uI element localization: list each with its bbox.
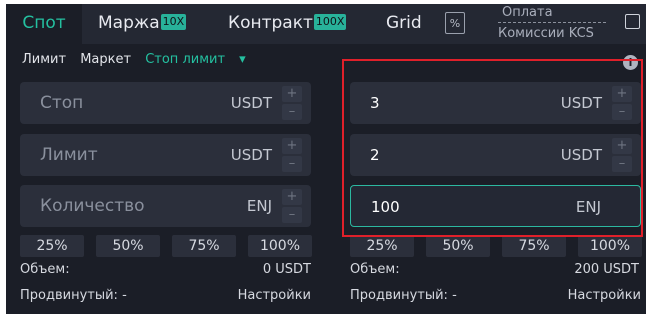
plus-icon[interactable]: + xyxy=(282,189,302,205)
right-percent-50[interactable]: 50% xyxy=(426,235,490,257)
minus-icon[interactable]: – xyxy=(282,207,302,223)
fee-kcs-option[interactable]: Оплата Комиссии KCS xyxy=(498,4,606,43)
left-volume-value: 0 USDT xyxy=(262,262,311,277)
right-stop-value: 3 xyxy=(370,94,380,112)
tab-contract[interactable]: Контракт 100X xyxy=(228,4,347,44)
minus-icon[interactable]: – xyxy=(612,156,632,172)
right-advanced-label[interactable]: Продвинутый: - xyxy=(350,288,457,303)
left-percent-50[interactable]: 50% xyxy=(96,235,160,257)
right-stop-unit: USDT xyxy=(560,94,602,112)
right-percent-25[interactable]: 25% xyxy=(350,235,414,257)
tab-spot-label: Спот xyxy=(22,13,66,33)
right-limit-unit: USDT xyxy=(560,146,602,164)
left-quantity-unit: ENJ xyxy=(246,197,272,215)
right-stop-stepper[interactable]: + – xyxy=(612,86,632,120)
contract-leverage-badge: 100X xyxy=(313,14,347,30)
tab-margin-label: Маржа xyxy=(98,13,160,33)
right-limit-value: 2 xyxy=(370,146,380,164)
right-limit-field[interactable]: 2 USDT + – xyxy=(350,134,641,176)
left-stop-stepper[interactable]: + – xyxy=(282,86,302,120)
fee-line2: Комиссии KCS xyxy=(498,22,606,43)
left-limit-field[interactable]: Лимит USDT + – xyxy=(20,134,311,176)
minus-icon[interactable]: – xyxy=(612,104,632,120)
plus-icon[interactable]: + xyxy=(282,86,302,102)
right-percent-75[interactable]: 75% xyxy=(502,235,566,257)
left-percent-100[interactable]: 100% xyxy=(248,235,312,257)
left-quantity-field[interactable]: Количество ENJ + – xyxy=(20,185,311,227)
tab-margin[interactable]: Маржа 10X xyxy=(98,4,187,44)
left-settings-link[interactable]: Настройки xyxy=(206,288,311,303)
order-type-selector: Лимит Маркет Стоп лимит ▾ xyxy=(22,52,266,67)
left-percent-75[interactable]: 75% xyxy=(172,235,236,257)
right-percent-100[interactable]: 100% xyxy=(578,235,642,257)
right-settings-link[interactable]: Настройки xyxy=(526,288,641,303)
tab-grid[interactable]: Grid xyxy=(386,4,422,44)
right-stop-field[interactable]: 3 USDT + – xyxy=(350,82,641,124)
plus-icon[interactable]: + xyxy=(612,86,632,102)
right-limit-stepper[interactable]: + – xyxy=(612,138,632,172)
tab-grid-label: Grid xyxy=(386,13,422,33)
percent-glyph: % xyxy=(449,17,461,30)
right-volume-value: 200 USDT xyxy=(574,262,639,277)
chevron-down-icon: ▾ xyxy=(239,52,246,67)
margin-leverage-badge: 10X xyxy=(160,14,187,30)
order-type-limit[interactable]: Лимит xyxy=(22,52,66,67)
left-percent-25[interactable]: 25% xyxy=(20,235,84,257)
left-stop-field[interactable]: Стоп USDT + – xyxy=(20,82,311,124)
left-advanced-label[interactable]: Продвинутый: - xyxy=(20,288,127,303)
percent-icon[interactable]: % xyxy=(445,12,465,34)
right-quantity-unit: ENJ xyxy=(575,198,601,216)
left-limit-placeholder: Лимит xyxy=(40,145,98,165)
right-quantity-field[interactable]: 100 ENJ xyxy=(350,185,641,227)
plus-icon[interactable]: + xyxy=(612,138,632,154)
left-quantity-stepper[interactable]: + – xyxy=(282,189,302,223)
fee-kcs-checkbox[interactable] xyxy=(625,14,640,29)
trade-type-tabs: Спот Маржа 10X Контракт 100X Grid % Оплата… xyxy=(6,4,646,44)
tab-contract-label: Контракт xyxy=(228,13,313,33)
info-icon[interactable]: i xyxy=(623,55,638,70)
left-stop-unit: USDT xyxy=(230,94,272,112)
right-quantity-value: 100 xyxy=(371,198,400,216)
trade-panel: Спот Маржа 10X Контракт 100X Grid % Оплата… xyxy=(6,4,646,314)
order-type-stop-limit[interactable]: Стоп лимит ▾ xyxy=(145,52,256,67)
right-volume-label: Объем: xyxy=(350,262,400,277)
order-type-market[interactable]: Маркет xyxy=(80,52,131,67)
minus-icon[interactable]: – xyxy=(282,104,302,120)
left-quantity-placeholder: Количество xyxy=(40,196,145,216)
plus-icon[interactable]: + xyxy=(282,138,302,154)
stop-limit-label: Стоп лимит xyxy=(145,52,226,67)
left-limit-unit: USDT xyxy=(230,146,272,164)
fee-line1: Оплата xyxy=(502,5,553,20)
left-stop-placeholder: Стоп xyxy=(40,93,84,113)
minus-icon[interactable]: – xyxy=(282,156,302,172)
left-volume-label: Объем: xyxy=(20,262,70,277)
left-limit-stepper[interactable]: + – xyxy=(282,138,302,172)
tab-spot[interactable]: Спот xyxy=(6,4,82,44)
